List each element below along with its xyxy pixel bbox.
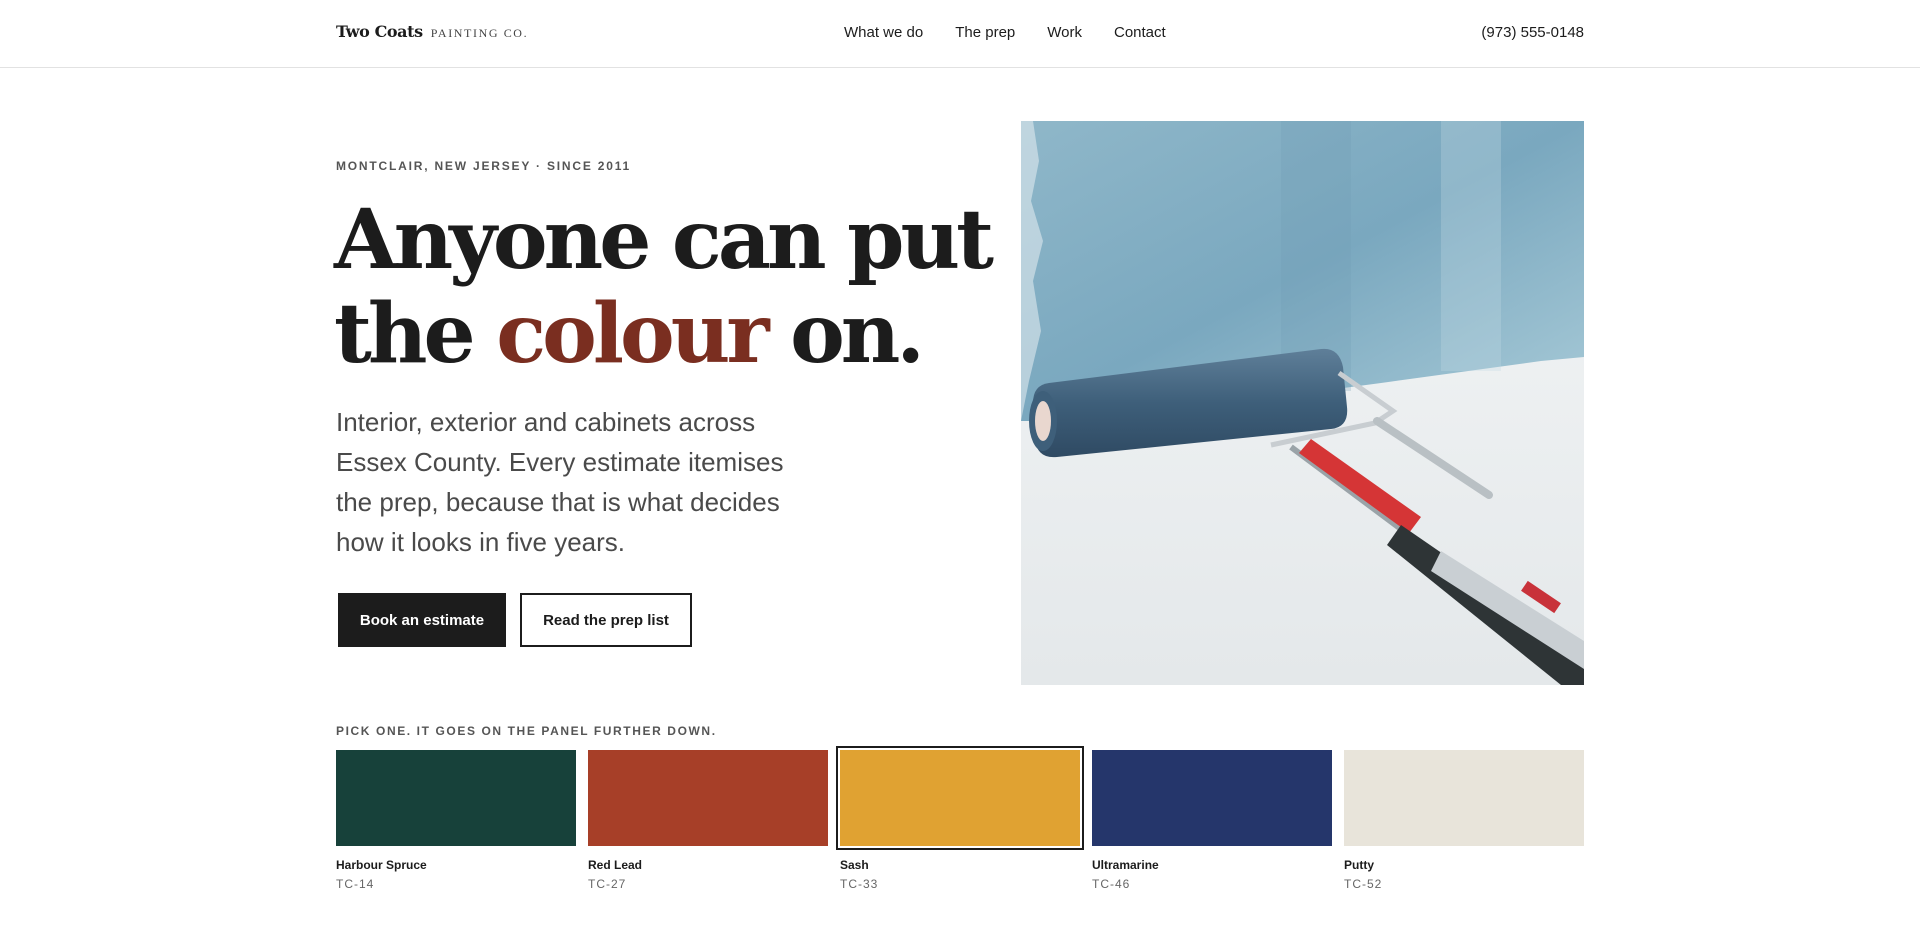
nav-the-prep[interactable]: The prep [955,24,1015,41]
hero-headline: Anyone can put the colour on. [334,192,994,382]
colour-picker-label: PICK ONE. IT GOES ON THE PANEL FURTHER D… [336,724,717,738]
nav-work[interactable]: Work [1047,24,1082,41]
swatch-name: Red Lead [588,858,643,872]
swatch-code: TC-27 [588,877,627,891]
swatch-name: Sash [840,858,869,872]
swatch-name: Ultramarine [1092,858,1159,872]
logo[interactable]: Two Coats PAINTING CO. [336,22,528,41]
logo-wordmark: Two Coats [336,22,423,41]
phone-link[interactable]: (973) 555-0148 [1481,24,1584,41]
main-nav: What we do The prep Work Contact [844,24,1166,41]
colour-swatch[interactable] [1092,750,1332,846]
hero-lede: Interior, exterior and cabinets across E… [336,407,784,557]
swatch-code: TC-14 [336,877,375,891]
book-estimate-button[interactable]: Book an estimate [338,593,506,647]
colour-swatch[interactable] [336,750,576,846]
hero-eyebrow: MONTCLAIR, NEW JERSEY · SINCE 2011 [336,159,632,173]
swatch-code: TC-46 [1092,877,1131,891]
headline-accent-word: colour [496,286,769,382]
swatch-code: TC-52 [1344,877,1383,891]
nav-what-we-do[interactable]: What we do [844,24,923,41]
headline-line-1: Anyone can put [334,192,994,288]
colour-swatch[interactable] [588,750,828,846]
prep-list-button[interactable]: Read the prep list [520,593,692,647]
nav-contact[interactable]: Contact [1114,24,1166,41]
site-header: Two Coats PAINTING CO. What we do The pr… [0,0,1920,68]
colour-swatch[interactable] [836,746,1084,850]
colour-swatch[interactable] [1344,750,1584,846]
paint-roller-photo [1021,121,1584,685]
swatch-name: Harbour Spruce [336,858,427,872]
paint-roller-illustration [1021,121,1584,685]
swatch-code: TC-33 [840,877,879,891]
headline-end: on. [790,286,925,382]
swatch-name: Putty [1344,858,1374,872]
headline-the: the [334,286,476,382]
logo-subtitle: PAINTING CO. [430,26,529,40]
